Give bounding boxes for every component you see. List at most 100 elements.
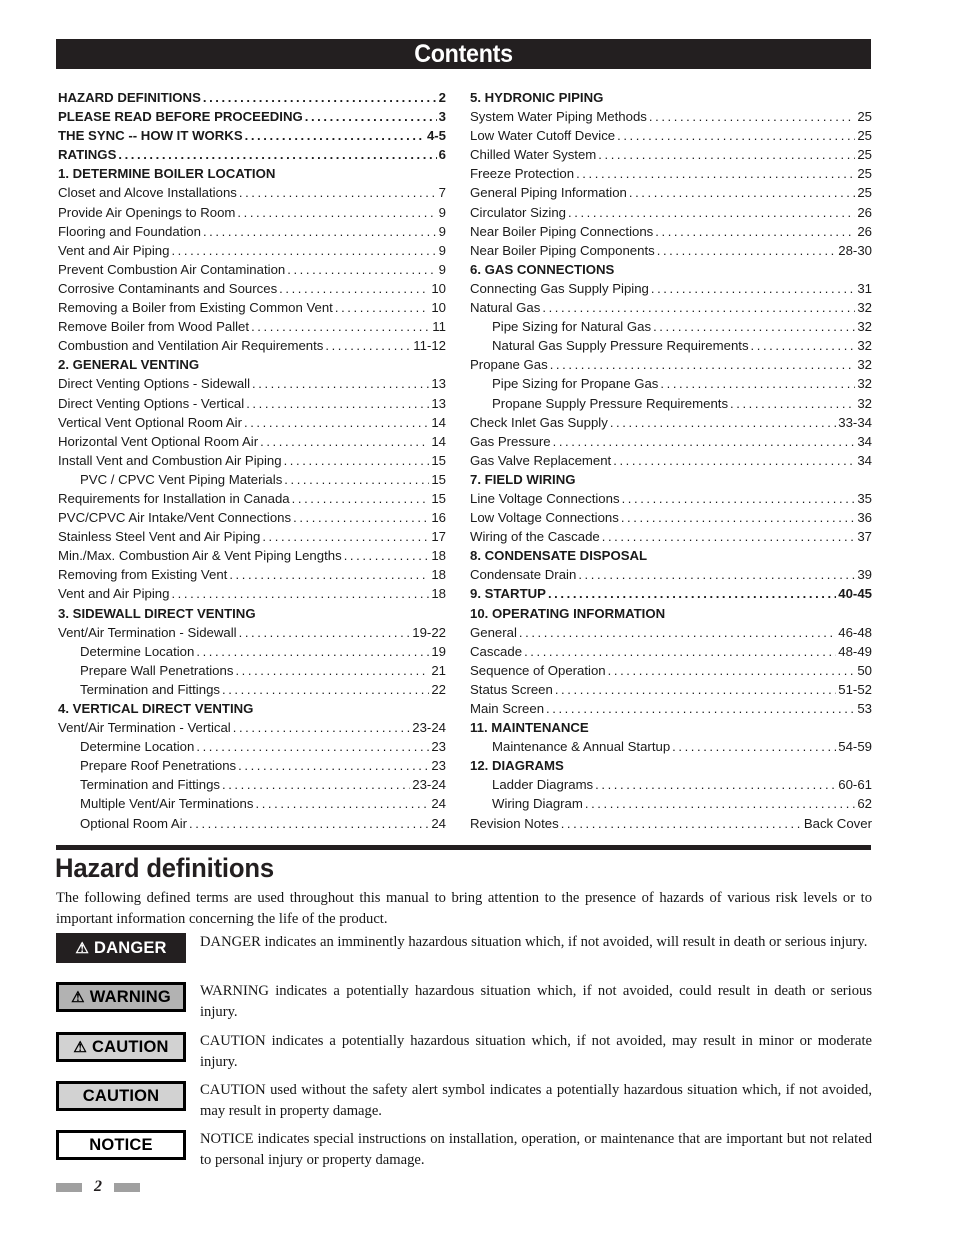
toc-entry[interactable]: PVC/CPVC Air Intake/Vent Connections....…: [58, 508, 446, 527]
toc-entry[interactable]: Status Screen...........................…: [470, 680, 872, 699]
hazard-description-text: CAUTION used without the safety alert sy…: [200, 1082, 872, 1119]
toc-entry[interactable]: Termination and Fittings................…: [58, 775, 446, 794]
toc-entry[interactable]: General.................................…: [470, 623, 872, 642]
toc-entry[interactable]: Gas Pressure............................…: [470, 432, 872, 451]
toc-entry-page: 17: [431, 529, 446, 545]
toc-entry[interactable]: 1. DETERMINE BOILER LOCATION............…: [58, 164, 446, 183]
toc-entry[interactable]: Install Vent and Combustion Air Piping..…: [58, 451, 446, 470]
toc-entry[interactable]: Removing from Existing Vent.............…: [58, 565, 446, 584]
toc-entry[interactable]: 12. DIAGRAMS............................…: [470, 756, 872, 775]
toc-entry[interactable]: Closet and Alcove Installations.........…: [58, 183, 446, 202]
toc-entry[interactable]: General Piping Information..............…: [470, 183, 872, 202]
toc-entry[interactable]: Remove Boiler from Wood Pallet..........…: [58, 317, 446, 336]
toc-entry[interactable]: Check Inlet Gas Supply..................…: [470, 413, 872, 432]
toc-entry-label: 10. OPERATING INFORMATION: [470, 605, 666, 621]
hazard-label-text: WARNING: [89, 987, 171, 1006]
toc-entry[interactable]: Wiring of the Cascade...................…: [470, 527, 872, 546]
toc-entry[interactable]: Multiple Vent/Air Terminations..........…: [58, 794, 446, 813]
toc-entry[interactable]: Near Boiler Piping Connections..........…: [470, 222, 872, 241]
toc-entry[interactable]: Vent/Air Termination - Vertical.........…: [58, 718, 446, 737]
toc-entry[interactable]: Optional Room Air.......................…: [58, 814, 446, 833]
toc-entry[interactable]: Prevent Combustion Air Contamination....…: [58, 260, 446, 279]
toc-entry-label: 11. MAINTENANCE: [470, 720, 589, 736]
hazard-label-text: CAUTION: [92, 1037, 169, 1056]
toc-leader-dots: ........................................…: [576, 166, 856, 182]
toc-entry-label: Vent and Air Piping: [58, 242, 170, 258]
toc-leader-dots: ........................................…: [246, 395, 429, 411]
toc-entry[interactable]: Direct Venting Options - Sidewall.......…: [58, 374, 446, 393]
toc-entry[interactable]: Main Screen.............................…: [470, 699, 872, 718]
toc-entry[interactable]: THE SYNC -- HOW IT WORKS................…: [58, 126, 446, 145]
toc-entry[interactable]: 8. CONDENSATE DISPOSAL..................…: [470, 546, 872, 565]
toc-entry[interactable]: RATINGS.................................…: [58, 145, 446, 164]
toc-entry[interactable]: Termination and Fittings................…: [58, 680, 446, 699]
toc-entry[interactable]: System Water Piping Methods.............…: [470, 107, 872, 126]
toc-entry[interactable]: Vent and Air Piping.....................…: [58, 584, 446, 603]
toc-entry[interactable]: Prepare Roof Penetrations...............…: [58, 756, 446, 775]
toc-entry[interactable]: 6. GAS CONNECTIONS......................…: [470, 260, 872, 279]
toc-leader-dots: ........................................…: [196, 739, 429, 755]
safety-alert-triangle-icon: ⚠: [73, 1038, 88, 1056]
toc-entry-label: Combustion and Ventilation Air Requireme…: [58, 338, 324, 354]
toc-entry[interactable]: Prepare Wall Penetrations...............…: [58, 661, 446, 680]
toc-entry[interactable]: Sequence of Operation...................…: [470, 661, 872, 680]
toc-entry[interactable]: Circulator Sizing.......................…: [470, 203, 872, 222]
toc-entry[interactable]: Combustion and Ventilation Air Requireme…: [58, 336, 446, 355]
toc-entry[interactable]: Line Voltage Connections................…: [470, 489, 872, 508]
toc-entry[interactable]: Vent and Air Piping.....................…: [58, 241, 446, 260]
toc-entry[interactable]: Freeze Protection.......................…: [470, 164, 872, 183]
toc-entry[interactable]: Near Boiler Piping Components...........…: [470, 241, 872, 260]
toc-entry[interactable]: Gas Valve Replacement...................…: [470, 451, 872, 470]
toc-entry[interactable]: Wiring Diagram..........................…: [470, 794, 872, 813]
toc-entry[interactable]: 11. MAINTENANCE.........................…: [470, 718, 872, 737]
toc-entry-page: 9: [438, 242, 446, 258]
toc-entry-label: Wiring of the Cascade: [470, 529, 600, 545]
toc-entry-page: 6: [438, 147, 446, 163]
toc-entry-page: 25: [857, 185, 872, 201]
toc-entry-label: Condensate Drain: [470, 567, 577, 583]
toc-entry[interactable]: Corrosive Contaminants and Sources......…: [58, 279, 446, 298]
toc-entry-page: 15: [431, 471, 446, 487]
toc-entry[interactable]: Pipe Sizing for Propane Gas.............…: [470, 374, 872, 393]
toc-entry[interactable]: Propane Gas.............................…: [470, 355, 872, 374]
toc-entry[interactable]: 3. SIDEWALL DIRECT VENTING..............…: [58, 604, 446, 623]
toc-entry[interactable]: Low Voltage Connections.................…: [470, 508, 872, 527]
toc-entry[interactable]: 5. HYDRONIC PIPING......................…: [470, 88, 872, 107]
toc-entry[interactable]: Vertical Vent Optional Room Air.........…: [58, 413, 446, 432]
toc-entry[interactable]: Pipe Sizing for Natural Gas.............…: [470, 317, 872, 336]
toc-entry-label: General Piping Information: [470, 185, 627, 201]
toc-entry[interactable]: Maintenance & Annual Startup............…: [470, 737, 872, 756]
toc-entry[interactable]: Natural Gas.............................…: [470, 298, 872, 317]
toc-entry[interactable]: Removing a Boiler from Existing Common V…: [58, 298, 446, 317]
toc-entry[interactable]: 7. FIELD WIRING.........................…: [470, 470, 872, 489]
toc-entry[interactable]: Condensate Drain........................…: [470, 565, 872, 584]
hazard-label-caution: ⚠ CAUTION: [56, 1032, 186, 1062]
toc-entry[interactable]: 2. GENERAL VENTING......................…: [58, 355, 446, 374]
toc-entry[interactable]: Connecting Gas Supply Piping............…: [470, 279, 872, 298]
toc-entry[interactable]: 10. OPERATING INFORMATION...............…: [470, 604, 872, 623]
toc-entry[interactable]: Vent/Air Termination - Sidewall.........…: [58, 623, 446, 642]
toc-entry[interactable]: PLEASE READ BEFORE PROCEEDING...........…: [58, 107, 446, 126]
toc-entry[interactable]: Direct Venting Options - Vertical.......…: [58, 394, 446, 413]
toc-entry[interactable]: Chilled Water System....................…: [470, 145, 872, 164]
toc-entry[interactable]: Determine Location......................…: [58, 642, 446, 661]
toc-entry-page: 26: [857, 223, 872, 239]
toc-entry[interactable]: Determine Location......................…: [58, 737, 446, 756]
toc-entry[interactable]: Revision Notes..........................…: [470, 814, 872, 833]
toc-entry[interactable]: Ladder Diagrams.........................…: [470, 775, 872, 794]
toc-entry[interactable]: Cascade.................................…: [470, 642, 872, 661]
toc-entry[interactable]: Natural Gas Supply Pressure Requirements…: [470, 336, 872, 355]
toc-entry[interactable]: Requirements for Installation in Canada.…: [58, 489, 446, 508]
hazard-definition-row: CAUTION CAUTION used without the safety a…: [56, 1080, 872, 1121]
toc-entry[interactable]: Propane Supply Pressure Requirements....…: [470, 394, 872, 413]
toc-entry[interactable]: HAZARD DEFINITIONS......................…: [58, 88, 446, 107]
toc-entry[interactable]: Flooring and Foundation.................…: [58, 222, 446, 241]
toc-entry[interactable]: 9. STARTUP..............................…: [470, 584, 872, 603]
toc-entry[interactable]: Provide Air Openings to Room............…: [58, 203, 446, 222]
toc-entry[interactable]: PVC / CPVC Vent Piping Materials........…: [58, 470, 446, 489]
toc-entry[interactable]: 4. VERTICAL DIRECT VENTING..............…: [58, 699, 446, 718]
toc-entry[interactable]: Low Water Cutoff Device.................…: [470, 126, 872, 145]
toc-entry[interactable]: Horizontal Vent Optional Room Air.......…: [58, 432, 446, 451]
toc-entry[interactable]: Stainless Steel Vent and Air Piping.....…: [58, 527, 446, 546]
toc-entry[interactable]: Min./Max. Combustion Air & Vent Piping L…: [58, 546, 446, 565]
